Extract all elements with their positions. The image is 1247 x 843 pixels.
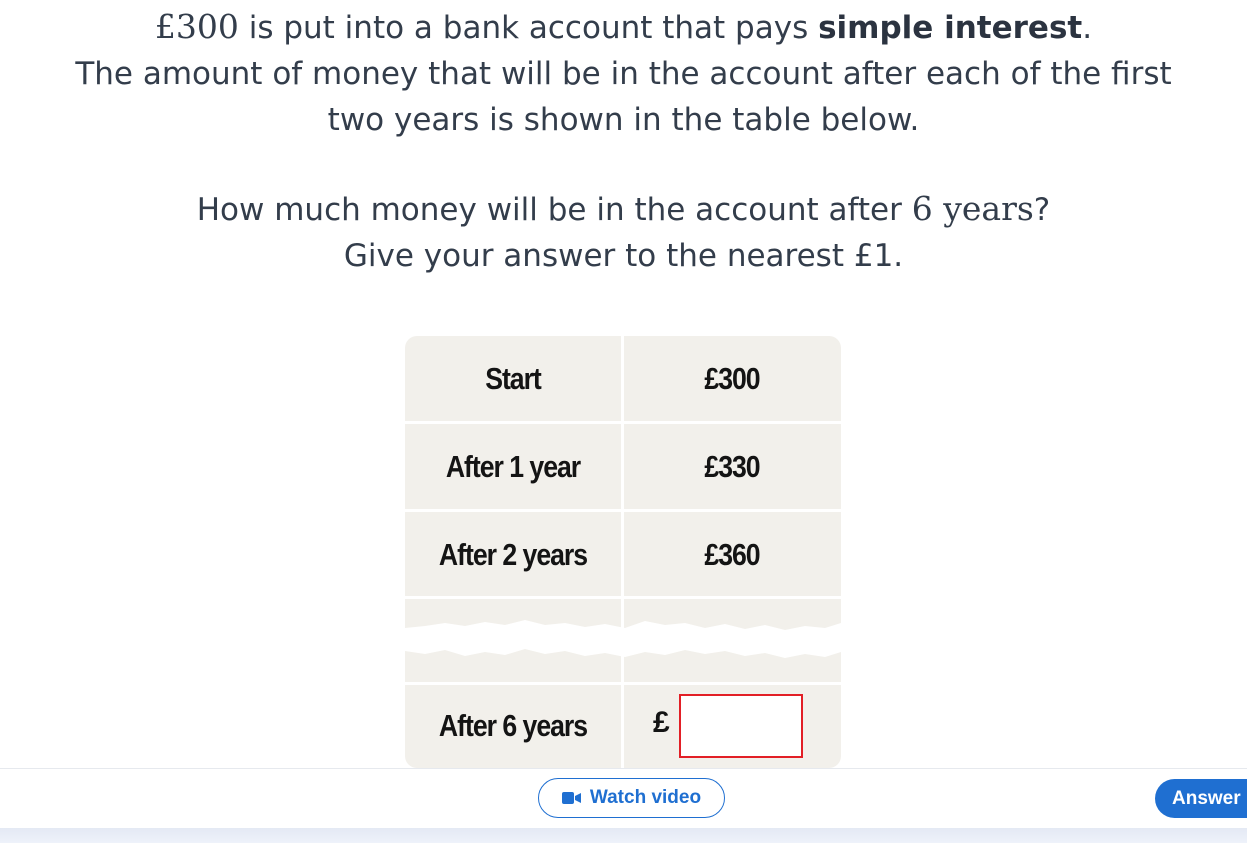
- intro-line-2: The amount of money that will be in the …: [75, 56, 1172, 92]
- simple-interest-term: simple interest: [818, 10, 1083, 46]
- currency-symbol: £: [653, 706, 670, 739]
- intro-line-3: two years is shown in the table below.: [327, 102, 920, 138]
- row-label-start: Start: [485, 361, 542, 396]
- row-label-year-2: After 2 years: [438, 537, 588, 572]
- prompt-text: How much money will be in the account af…: [196, 192, 912, 228]
- row-value-year-2: £360: [704, 537, 760, 572]
- torn-gap: [405, 620, 841, 658]
- answer-row: £: [623, 684, 841, 768]
- row-value-year-1: £330: [704, 449, 760, 484]
- watch-video-button[interactable]: Watch video: [538, 778, 725, 818]
- intro-period: .: [1082, 10, 1093, 46]
- row-label-year-6: After 6 years: [438, 708, 588, 743]
- watch-video-label: Watch video: [589, 787, 702, 808]
- intro-text: is put into a bank account that pays: [238, 10, 819, 46]
- prompt-end: ?: [1033, 192, 1051, 228]
- answer-input[interactable]: [679, 694, 803, 758]
- row-label-year-1: After 1 year: [445, 449, 581, 484]
- interest-table: Start £300 After 1 year £330 After 2 yea…: [405, 336, 841, 768]
- prompt-years: 6 years: [911, 189, 1034, 228]
- rounding-instruction: Give your answer to the nearest £1.: [343, 238, 904, 274]
- answer-label: Answer: [1172, 787, 1241, 809]
- row-value-start: £300: [704, 361, 760, 396]
- initial-amount: £300: [154, 7, 239, 46]
- question-prompt: How much money will be in the account af…: [0, 186, 1247, 279]
- bottom-shadow: [0, 828, 1247, 843]
- answer-button[interactable]: Answer: [1155, 779, 1247, 818]
- question-intro: £300 is put into a bank account that pay…: [0, 4, 1247, 143]
- video-camera-icon: [561, 792, 581, 804]
